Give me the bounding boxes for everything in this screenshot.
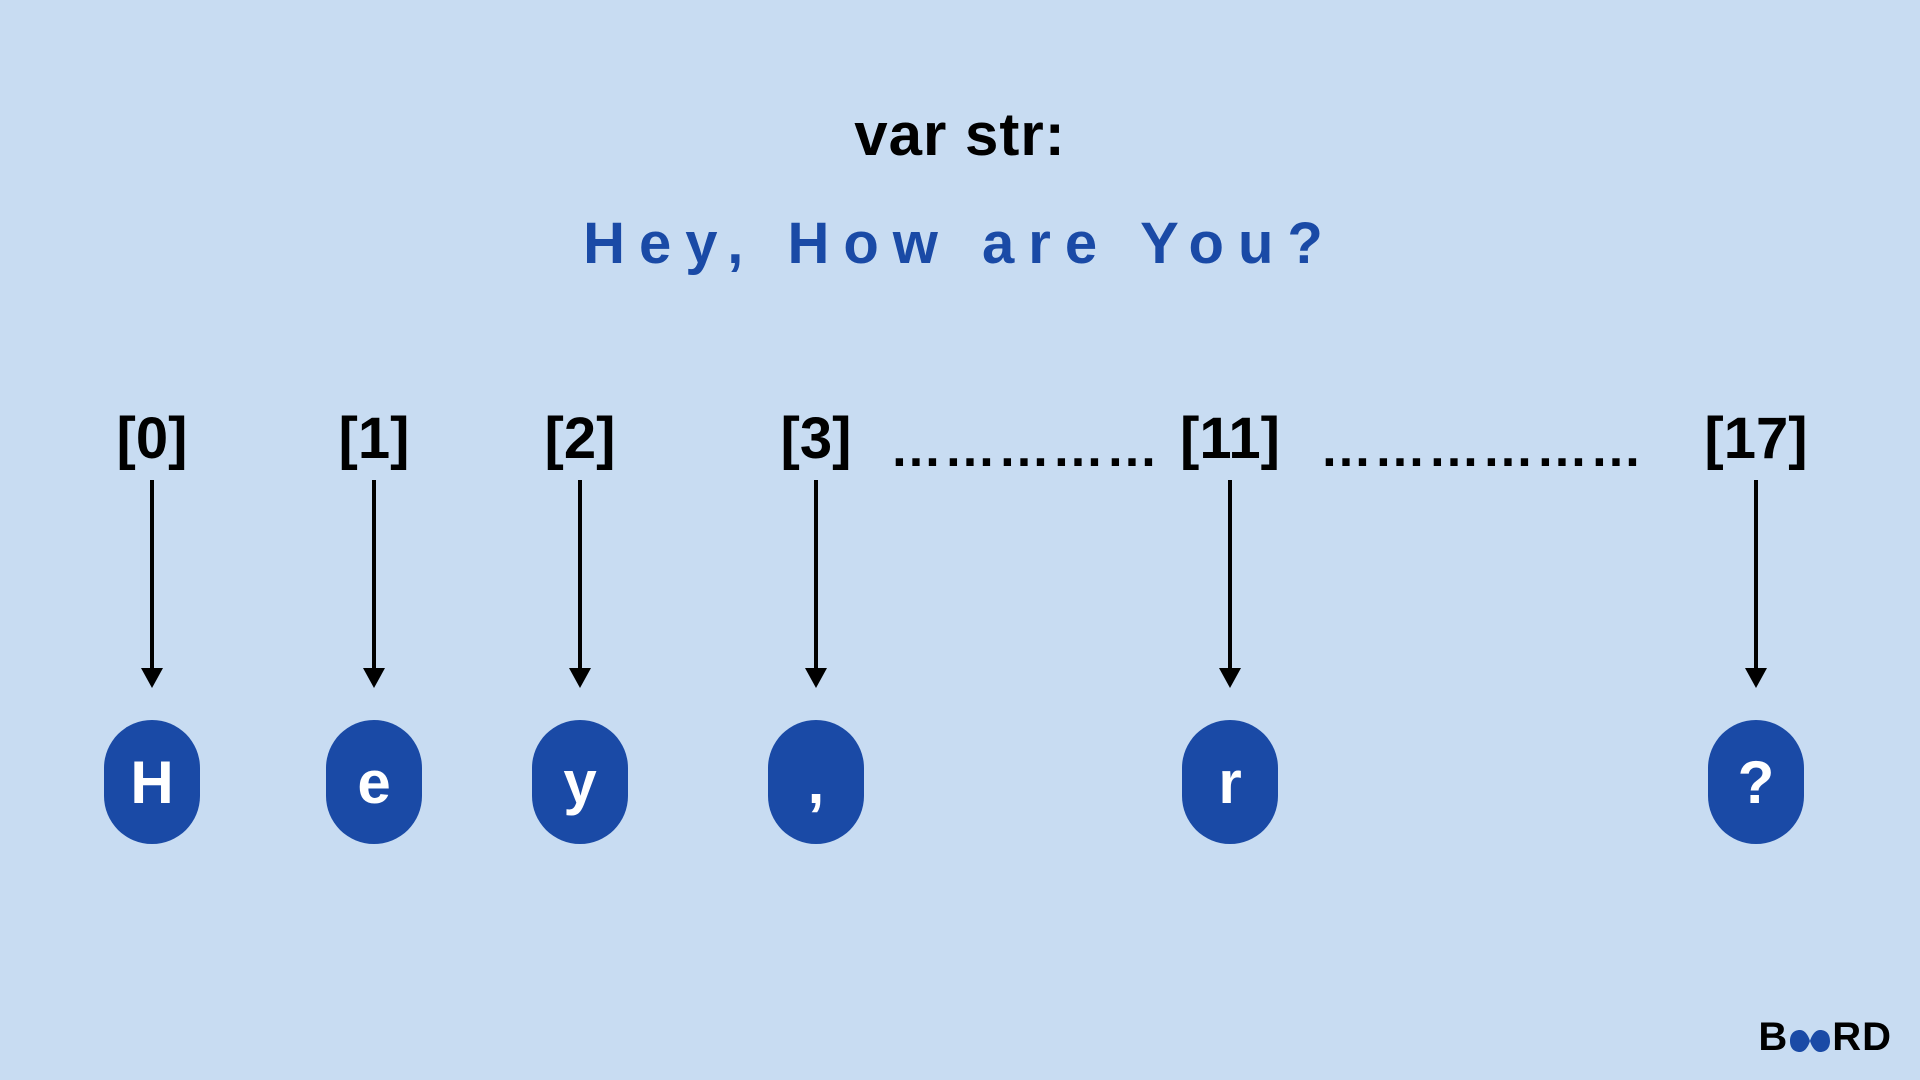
index-label-17: [17]	[1704, 405, 1807, 472]
char-pill-11: r	[1182, 720, 1278, 844]
arrow-line-3	[814, 480, 818, 670]
char-pill-0: H	[104, 720, 200, 844]
index-label-3: [3]	[781, 405, 852, 472]
char-pill-1: e	[326, 720, 422, 844]
arrow-line-11	[1228, 480, 1232, 670]
arrow-head-0	[141, 668, 163, 688]
string-value: Hey, How are You?	[0, 210, 1920, 277]
ellipsis-1: ……………	[890, 419, 1160, 479]
char-pill-17: ?	[1708, 720, 1804, 844]
arrow-line-1	[372, 480, 376, 670]
char-pill-2: y	[532, 720, 628, 844]
ellipsis-2: ………………	[1320, 419, 1644, 479]
board-logo: B RD	[1758, 1015, 1892, 1060]
arrow-head-3	[805, 668, 827, 688]
logo-right: RD	[1832, 1015, 1892, 1059]
arrow-head-11	[1219, 668, 1241, 688]
index-label-0: [0]	[117, 405, 188, 472]
arrow-head-2	[569, 668, 591, 688]
index-label-2: [2]	[545, 405, 616, 472]
arrow-line-0	[150, 480, 154, 670]
infinity-icon	[1788, 1026, 1832, 1056]
char-pill-3: ,	[768, 720, 864, 844]
index-label-11: [11]	[1180, 405, 1280, 472]
arrow-line-2	[578, 480, 582, 670]
diagram-canvas: var str: Hey, How are You? [0] [1] [2] […	[0, 0, 1920, 1080]
index-label-1: [1]	[339, 405, 410, 472]
arrow-head-1	[363, 668, 385, 688]
var-title: var str:	[0, 100, 1920, 169]
arrow-line-17	[1754, 480, 1758, 670]
logo-left: B	[1758, 1015, 1788, 1059]
arrow-head-17	[1745, 668, 1767, 688]
